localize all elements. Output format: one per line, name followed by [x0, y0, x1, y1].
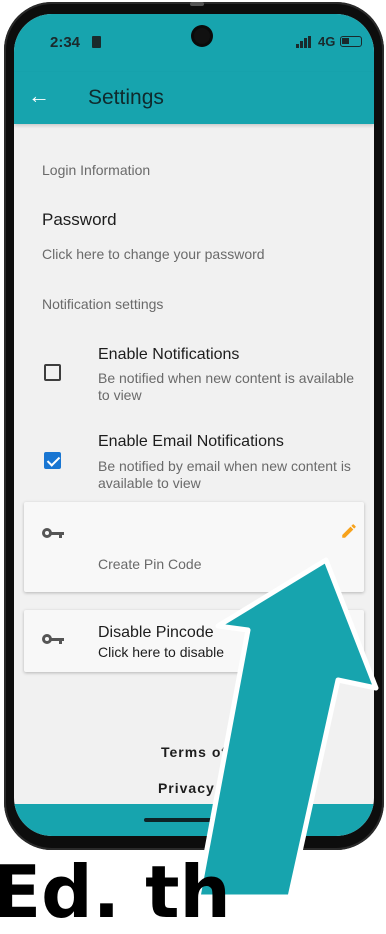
sim-icon: [92, 36, 101, 48]
camera-icon: [194, 28, 210, 44]
arrow-left-icon[interactable]: ←: [28, 84, 52, 108]
overlay-caption: Ed. th: [0, 850, 231, 934]
disable-pin-card[interactable]: Disable Pincode Click here to disable: [24, 610, 364, 672]
phone-frame: 2:34 4G ← Settings Login Information Pas…: [4, 2, 384, 850]
email-notifications-checkbox[interactable]: [44, 452, 61, 469]
enable-notifications-title: Enable Notifications: [98, 346, 240, 363]
navigation-bar: [14, 804, 374, 836]
battery-icon: [340, 36, 362, 47]
disable-pin-title: Disable Pincode: [98, 624, 214, 641]
enable-notifications-subtitle: Be notified when new content is availabl…: [98, 370, 355, 403]
key-icon: [42, 634, 64, 646]
terms-link[interactable]: Terms of: [14, 744, 374, 760]
page-title: Settings: [88, 86, 164, 109]
create-pin-card[interactable]: Create Pin Code: [24, 502, 364, 592]
phone-notch: [190, 2, 204, 6]
status-bar: 2:34 4G: [14, 14, 374, 72]
screen: 2:34 4G ← Settings Login Information Pas…: [14, 14, 374, 836]
login-section-label: Login Information: [42, 162, 151, 178]
password-subtitle: Click here to change your password: [42, 246, 265, 262]
signal-icon: [296, 36, 314, 48]
pencil-icon[interactable]: [340, 522, 358, 540]
email-notifications-subtitle: Be notified by email when new content is…: [98, 458, 351, 491]
disable-pin-subtitle: Click here to disable: [98, 644, 225, 660]
status-time: 2:34: [50, 34, 81, 51]
home-indicator[interactable]: [144, 818, 244, 822]
network-type: 4G: [318, 34, 336, 49]
enable-notifications-checkbox[interactable]: [44, 364, 61, 381]
email-notifications-title: Enable Email Notifications: [98, 433, 284, 450]
app-bar: ← Settings: [14, 72, 374, 124]
password-title: Password: [42, 210, 117, 229]
key-icon: [42, 528, 64, 540]
privacy-link[interactable]: Privacy S: [14, 780, 374, 796]
create-pin-label: Create Pin Code: [98, 556, 202, 572]
notification-section-label: Notification settings: [42, 296, 164, 312]
